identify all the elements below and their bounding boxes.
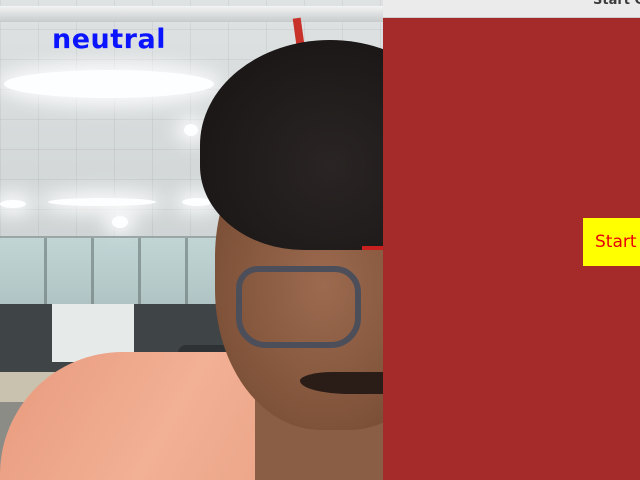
window-title-bar[interactable]: Start C <box>383 0 640 18</box>
start-button[interactable]: Start <box>583 218 640 266</box>
forehead-mark <box>362 246 383 250</box>
screen: neutral Start C Start <box>0 0 640 480</box>
ceiling-light <box>112 216 128 228</box>
webcam-feed: neutral <box>0 0 383 480</box>
eyeglasses <box>236 266 361 348</box>
ceiling-light <box>48 198 156 206</box>
emotion-label: neutral <box>52 24 166 55</box>
ceiling-light <box>184 124 198 136</box>
ceiling-light <box>0 200 26 208</box>
app-window: Start C Start <box>383 0 640 480</box>
window-title: Start C <box>593 0 640 8</box>
ceiling-light <box>4 70 214 98</box>
ceiling-beam <box>0 6 383 22</box>
